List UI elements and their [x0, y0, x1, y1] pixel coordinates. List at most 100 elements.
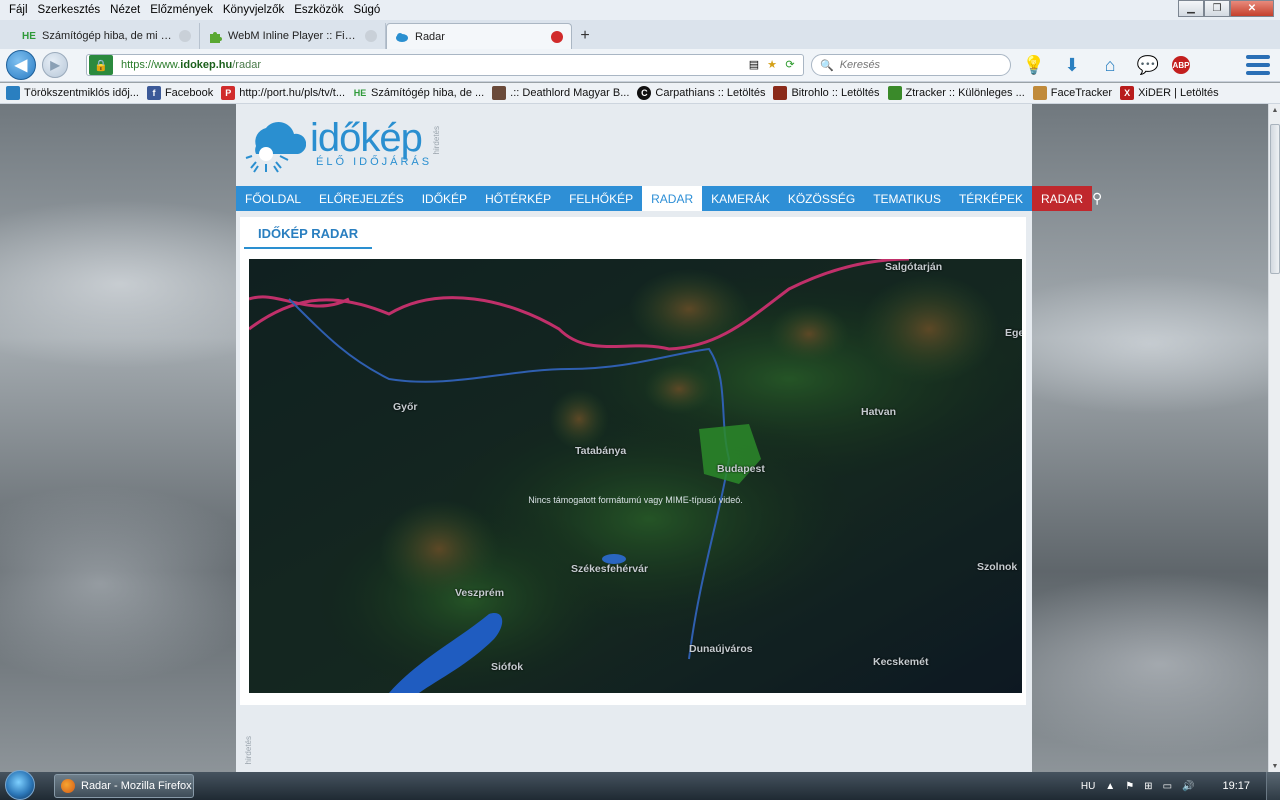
- section-title: IDŐKÉP RADAR: [244, 222, 373, 249]
- toolbar-icons: 💡 ⬇ ⌂ 💬 ABP: [1020, 52, 1190, 78]
- windows-orb-icon: [5, 770, 35, 800]
- tab-label: Radar: [415, 30, 445, 43]
- idokep-logo[interactable]: időkép ÉLŐ IDŐJÁRÁS: [244, 116, 433, 173]
- bookmark-item[interactable]: HE Számítógép hiba, de ...: [353, 86, 484, 100]
- start-button[interactable]: [0, 770, 40, 800]
- close-window-button[interactable]: ✕: [1230, 0, 1274, 17]
- nav-tematikus[interactable]: TEMATIKUS: [864, 186, 950, 211]
- menu-bookmarks[interactable]: Könyvjelzők: [218, 4, 289, 16]
- radar-panel: IDŐKÉP RADAR Nincs támogatott formátumú …: [240, 217, 1026, 705]
- back-button[interactable]: ◀: [6, 50, 36, 80]
- nav-radar[interactable]: RADAR: [642, 186, 703, 211]
- bookmark-item[interactable]: Ztracker :: Különleges ...: [887, 86, 1025, 100]
- xider-icon: X: [1120, 86, 1135, 100]
- bitrohlo-icon: [773, 86, 788, 100]
- nav-fooldal[interactable]: FŐOLDAL: [236, 186, 310, 211]
- city-label: Salgótarján: [885, 261, 943, 273]
- menu-view[interactable]: Nézet: [105, 4, 145, 16]
- main-navigation: FŐOLDAL ELŐREJELZÉS IDŐKÉP HŐTÉRKÉP FELH…: [236, 186, 1102, 211]
- minimize-button[interactable]: ▁: [1178, 0, 1204, 17]
- bookmark-item[interactable]: .:: Deathlord Magyar B...: [492, 86, 629, 100]
- tab-close-icon[interactable]: [179, 30, 191, 42]
- cloud-icon: [6, 86, 20, 100]
- menu-tools[interactable]: Eszközök: [289, 4, 348, 16]
- nav-hoterkep[interactable]: HŐTÉRKÉP: [476, 186, 560, 211]
- maximize-button[interactable]: ❐: [1204, 0, 1230, 17]
- nav-felhokep[interactable]: FELHŐKÉP: [560, 186, 642, 211]
- firefox-icon: [61, 779, 75, 793]
- menu-file[interactable]: Fájl: [4, 4, 33, 16]
- flag-icon[interactable]: ⚑: [1125, 781, 1134, 792]
- nav-idokep[interactable]: IDŐKÉP: [413, 186, 476, 211]
- sun-cloud-icon: [244, 116, 307, 173]
- page-scrollbar[interactable]: ▲ ▼: [1268, 104, 1280, 772]
- url-bar[interactable]: 🔒 https://www.idokep.hu/radar ▤ ★ ⟳: [86, 54, 804, 76]
- menu-bar: Fájl Szerkesztés Nézet Előzmények Könyvj…: [0, 0, 1280, 20]
- menu-history[interactable]: Előzmények: [145, 4, 218, 16]
- scroll-down-icon[interactable]: ▼: [1269, 760, 1280, 772]
- scroll-up-icon[interactable]: ▲: [1269, 104, 1280, 116]
- new-tab-button[interactable]: +: [572, 23, 598, 49]
- city-label: Székesfehérvár: [571, 563, 649, 575]
- he-site-icon: HE: [353, 88, 367, 98]
- bookmark-item[interactable]: FaceTracker: [1032, 86, 1112, 100]
- nav-kozosseg[interactable]: KÖZÖSSÉG: [779, 186, 864, 211]
- chat-icon[interactable]: 💬: [1134, 52, 1162, 78]
- url-text[interactable]: https://www.idokep.hu/radar: [121, 59, 261, 71]
- nav-terkepek[interactable]: TÉRKÉPEK: [950, 186, 1032, 211]
- search-icon: 🔍: [820, 59, 834, 72]
- windows-icon[interactable]: ⊞: [1144, 781, 1152, 792]
- cloud-icon: [395, 30, 409, 44]
- tab-bar: HE Számítógép hiba, de mi a p... WebM In…: [0, 20, 1280, 49]
- menu-edit[interactable]: Szerkesztés: [33, 4, 106, 16]
- bookmark-item[interactable]: Törökszentmiklós időj...: [6, 86, 139, 100]
- bookmark-item[interactable]: f Facebook: [146, 86, 213, 100]
- search-box[interactable]: 🔍: [811, 54, 1011, 76]
- reader-view-icon[interactable]: ▤: [747, 57, 761, 71]
- reload-icon[interactable]: ⟳: [783, 57, 797, 71]
- volume-icon[interactable]: 🔊: [1182, 781, 1194, 792]
- bookmark-star-icon[interactable]: ★: [765, 57, 779, 71]
- clock[interactable]: 19:17: [1222, 780, 1250, 792]
- menu-hamburger-icon[interactable]: [1246, 55, 1270, 75]
- bookmark-item[interactable]: C Carpathians :: Letöltés: [637, 86, 765, 100]
- tab-szamitogep-hiba[interactable]: HE Számítógép hiba, de mi a p...: [14, 23, 200, 49]
- search-icon[interactable]: ⚲: [1092, 186, 1102, 211]
- system-tray: HU ▲ ⚑ ⊞ ▭ 🔊 19:17: [1081, 772, 1250, 800]
- radar-map-video[interactable]: Nincs támogatott formátumú vagy MIME-típ…: [249, 259, 1022, 693]
- tray-expand-icon[interactable]: ▲: [1105, 781, 1115, 792]
- home-icon[interactable]: ⌂: [1096, 52, 1124, 78]
- nav-elorejelzes[interactable]: ELŐREJELZÉS: [310, 186, 413, 211]
- tab-radar[interactable]: Radar: [386, 23, 572, 49]
- language-indicator[interactable]: HU: [1081, 781, 1095, 792]
- city-label: Hatvan: [861, 406, 897, 418]
- scroll-thumb[interactable]: [1270, 124, 1280, 274]
- forward-button[interactable]: ▶: [42, 52, 68, 78]
- taskbar-window-firefox[interactable]: Radar - Mozilla Firefox: [54, 774, 194, 798]
- port-hu-icon: P: [221, 86, 236, 100]
- facetracker-icon: [1032, 86, 1047, 100]
- bookmark-item[interactable]: Phttp://port.hu/pls/tv/t...: [221, 86, 345, 100]
- download-icon[interactable]: ⬇: [1058, 52, 1086, 78]
- he-site-icon: HE: [22, 30, 36, 42]
- tab-close-icon[interactable]: [365, 30, 377, 42]
- lightbulb-icon[interactable]: 💡: [1020, 52, 1048, 78]
- facebook-icon: f: [146, 86, 161, 100]
- bookmark-item[interactable]: Bitrohlo :: Letöltés: [773, 86, 880, 100]
- nav-kamerak[interactable]: KAMERÁK: [702, 186, 779, 211]
- logo-subtitle: ÉLŐ IDŐJÁRÁS: [316, 156, 433, 168]
- nav-radar-red[interactable]: RADAR: [1032, 186, 1093, 211]
- adblock-icon[interactable]: ABP: [1172, 56, 1190, 74]
- search-input[interactable]: [839, 59, 1000, 71]
- city-label: Szolnok: [977, 561, 1018, 573]
- show-desktop-button[interactable]: [1266, 772, 1280, 800]
- menu-help[interactable]: Súgó: [348, 4, 385, 16]
- puzzle-piece-icon: [208, 29, 222, 43]
- tab-close-icon[interactable]: [551, 30, 563, 43]
- tab-webm-player[interactable]: WebM Inline Player :: Firef...: [200, 23, 386, 49]
- network-icon[interactable]: ▭: [1163, 781, 1172, 792]
- bookmark-item[interactable]: X XiDER | Letöltés: [1120, 86, 1219, 100]
- video-unsupported-message: Nincs támogatott formátumú vagy MIME-típ…: [528, 495, 743, 505]
- city-label: Veszprém: [455, 587, 505, 599]
- web-page: időkép ÉLŐ IDŐJÁRÁS hirdetés FŐOLDAL ELŐ…: [236, 104, 1102, 772]
